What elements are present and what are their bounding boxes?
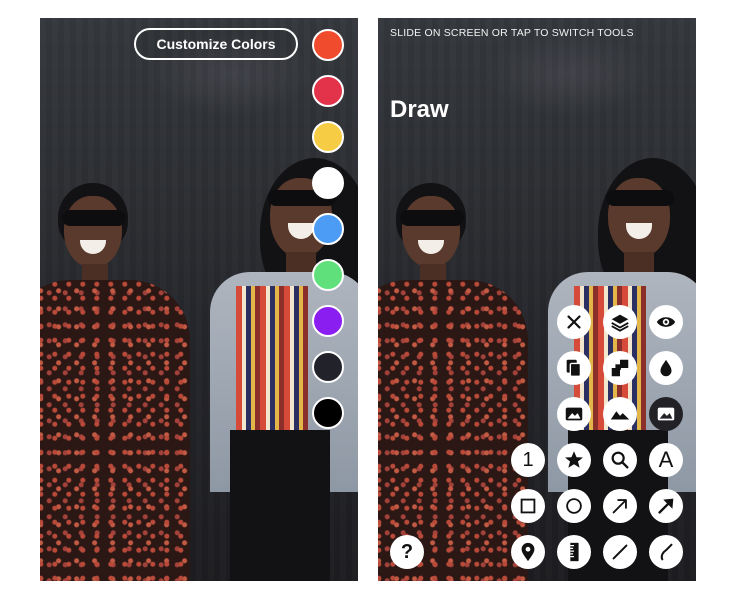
pin-tool-button[interactable] [511,535,545,569]
close-icon [567,315,581,329]
arrow-tool-button[interactable] [603,489,637,523]
image-background-tool-button[interactable] [649,397,683,431]
mosaic-tool-button[interactable] [603,351,637,385]
line-icon [612,544,628,560]
circle-icon [566,498,582,514]
arrow-filled-icon [658,498,674,514]
landscape-icon [610,411,630,420]
color-swatch-green[interactable] [312,259,344,291]
rectangle-tool-button[interactable] [511,489,545,523]
opacity-tool-button[interactable] [649,351,683,385]
help-button[interactable]: ? [390,535,424,569]
color-swatch-dark-gray[interactable] [312,351,344,383]
line-tool-button[interactable] [603,535,637,569]
image-tool-button[interactable] [557,397,591,431]
close-tool-button[interactable] [557,305,591,339]
drop-icon [660,359,672,377]
right-screen: SLIDE ON SCREEN OR TAP TO SWITCH TOOLS D… [378,18,696,581]
layers-tool-button[interactable] [603,305,637,339]
image-icon [565,407,583,421]
number-tool-button[interactable]: 1 [511,443,545,477]
landscape-tool-button[interactable] [603,397,637,431]
photo-left-person-sunglasses [62,210,126,226]
star-icon [565,451,583,468]
search-icon [611,451,629,469]
visibility-tool-button[interactable] [649,305,683,339]
photo-right-person-sunglasses [606,190,674,206]
color-swatch-white[interactable] [312,167,344,199]
color-swatch-orange-red[interactable] [312,29,344,61]
filled-arrow-tool-button[interactable] [649,489,683,523]
number-icon: 1 [522,448,534,471]
ellipse-tool-button[interactable] [557,489,591,523]
tool-switch-hint: SLIDE ON SCREEN OR TAP TO SWITCH TOOLS [390,27,634,39]
color-swatch-purple[interactable] [312,305,344,337]
mosaic-icon [611,359,629,377]
ruler-tool-button[interactable] [557,535,591,569]
photo-left-person-sunglasses [400,210,464,226]
layers-icon [611,314,629,332]
magnify-tool-button[interactable] [603,443,637,477]
star-tool-button[interactable] [557,443,591,477]
photo-right-person-shirt [236,286,308,434]
text-icon: A [658,447,674,472]
pin-icon [521,542,535,562]
copy-icon [566,359,582,377]
color-swatch-blue[interactable] [312,213,344,245]
left-screen: Customize Colors [40,18,358,581]
customize-colors-button[interactable]: Customize Colors [134,28,298,60]
color-swatch-yellow[interactable] [312,121,344,153]
color-swatch-red[interactable] [312,75,344,107]
square-icon [520,498,536,514]
eye-icon [656,317,676,327]
mode-title: Draw [390,96,449,123]
ruler-icon [570,542,579,562]
arrow-icon [612,499,627,514]
pen-icon [660,543,673,561]
copy-tool-button[interactable] [557,351,591,385]
text-tool-button[interactable]: A [649,443,683,477]
help-icon: ? [400,540,414,563]
photo-left-person-dress [40,280,190,581]
photo-left-person-face [64,196,122,268]
photo-right-person-pants [230,430,330,581]
pen-tool-button[interactable] [649,535,683,569]
photo-left-person-face [402,196,460,268]
color-swatch-black[interactable] [312,397,344,429]
image-dark-icon [657,407,675,421]
